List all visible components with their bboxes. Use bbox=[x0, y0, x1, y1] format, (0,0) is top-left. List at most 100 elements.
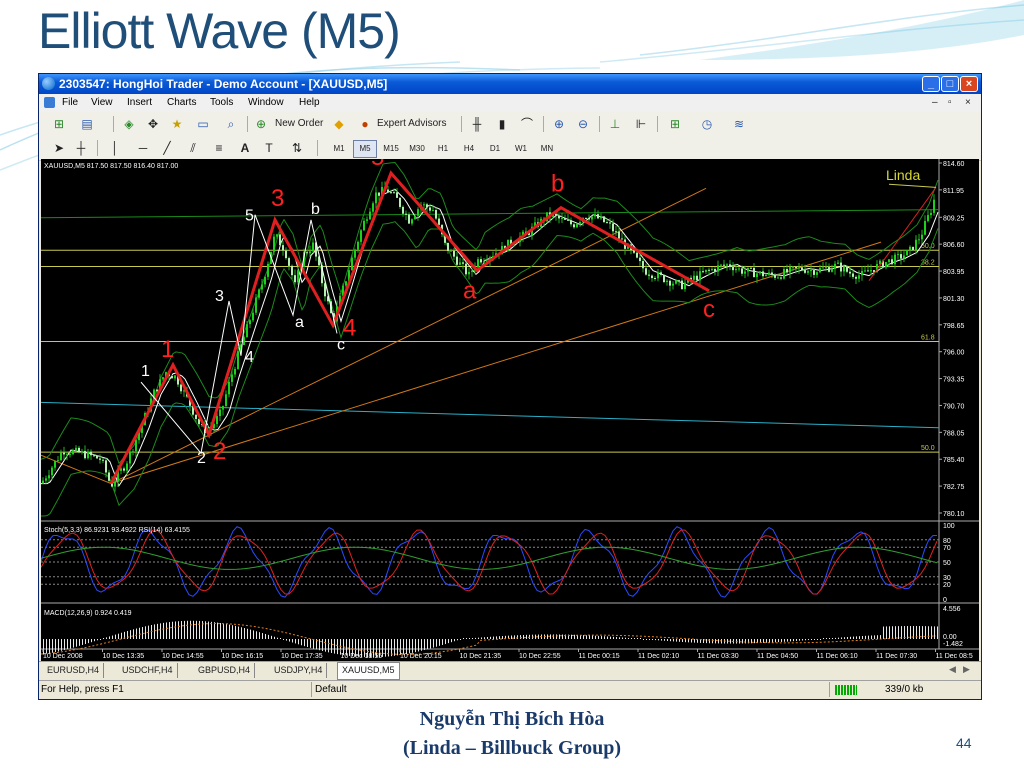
arrows-icon[interactable]: ⇅ bbox=[289, 140, 305, 156]
tab-eurusd-h4[interactable]: EURUSD,H4 bbox=[43, 663, 105, 678]
macd-bar bbox=[553, 634, 554, 639]
mdi-restore-button[interactable]: ▫ bbox=[948, 97, 952, 108]
new-order-button[interactable]: New Order bbox=[273, 116, 325, 132]
macd-bar bbox=[94, 639, 95, 642]
chart-area[interactable]: 50.038.261.850.012345abc12345abcLindaXAU… bbox=[41, 159, 979, 661]
macd-bar bbox=[442, 639, 443, 645]
market-watch-icon[interactable]: ◈ bbox=[121, 116, 137, 132]
candle-body bbox=[900, 254, 902, 259]
navigator-icon[interactable]: ★ bbox=[169, 116, 185, 132]
bar-chart-icon[interactable]: ╫ bbox=[469, 116, 485, 132]
candle-body bbox=[753, 267, 755, 278]
candle-body bbox=[696, 275, 698, 281]
tile-windows-icon[interactable]: ⊥ bbox=[607, 116, 623, 132]
auto-scroll-icon[interactable]: ⊩ bbox=[633, 116, 649, 132]
tab-gbpusd-h4[interactable]: GBPUSD,H4 bbox=[194, 663, 256, 678]
new-chart-icon[interactable]: ⊞ bbox=[51, 116, 67, 132]
line-chart-icon[interactable]: ⌒ bbox=[519, 116, 535, 132]
timeframe-m30[interactable]: M30 bbox=[405, 140, 429, 158]
close-button[interactable]: × bbox=[960, 76, 978, 92]
templates-icon[interactable]: ≋ bbox=[731, 116, 747, 132]
macd-bar bbox=[433, 639, 434, 648]
mdi-close-button[interactable]: × bbox=[965, 97, 971, 108]
tab-usdjpy-h4[interactable]: USDJPY,H4 bbox=[270, 663, 328, 678]
macd-bar bbox=[910, 626, 911, 639]
menu-charts[interactable]: Charts bbox=[167, 97, 196, 108]
candle-body bbox=[129, 451, 131, 464]
menu-window[interactable]: Window bbox=[248, 97, 284, 108]
candle-body bbox=[291, 265, 293, 276]
expert-advisors-icon[interactable]: ● bbox=[357, 116, 373, 132]
wave-label-red-5: 5 bbox=[371, 159, 384, 171]
maximize-button[interactable]: □ bbox=[941, 76, 959, 92]
expert-advisors-button[interactable]: Expert Advisors bbox=[375, 116, 448, 132]
strategy-tester-icon[interactable]: ⌕ bbox=[223, 116, 239, 132]
tab-scroll-right-icon[interactable]: ▶ bbox=[963, 664, 970, 675]
horizontal-line-icon[interactable]: ─ bbox=[135, 140, 151, 156]
candlestick-icon[interactable]: ▮ bbox=[494, 116, 510, 132]
candle-body bbox=[855, 276, 857, 279]
profiles-icon[interactable]: ▤ bbox=[79, 116, 95, 132]
macd-bar bbox=[709, 639, 710, 644]
zoom-out-icon[interactable]: ⊖ bbox=[575, 116, 591, 132]
menu-file[interactable]: File bbox=[62, 97, 78, 108]
macd-bar bbox=[460, 639, 461, 640]
timeframe-m15[interactable]: M15 bbox=[379, 140, 403, 158]
timeframe-mn[interactable]: MN bbox=[535, 140, 559, 158]
menu-tools[interactable]: Tools bbox=[210, 97, 233, 108]
text-label-icon[interactable]: T bbox=[261, 140, 277, 156]
menu-insert[interactable]: Insert bbox=[127, 97, 152, 108]
tab-scroll-left-icon[interactable]: ◀ bbox=[949, 664, 956, 675]
macd-bar bbox=[253, 630, 254, 639]
macd-bar bbox=[523, 634, 524, 639]
candle-body bbox=[57, 460, 59, 462]
macd-bar bbox=[706, 639, 707, 644]
wave-label-white-a: a bbox=[295, 314, 304, 331]
timeframe-d1[interactable]: D1 bbox=[483, 140, 507, 158]
timeframe-w1[interactable]: W1 bbox=[509, 140, 533, 158]
candle-body bbox=[801, 267, 803, 271]
candle-body bbox=[375, 192, 377, 204]
data-window-icon[interactable]: ✥ bbox=[145, 116, 161, 132]
cursor-icon[interactable]: ➤ bbox=[51, 140, 67, 156]
traffic-counter: 339/0 kb bbox=[885, 684, 924, 695]
macd-bar bbox=[658, 639, 659, 641]
menu-view[interactable]: View bbox=[91, 97, 113, 108]
metaeditor-icon[interactable]: ◆ bbox=[331, 116, 347, 132]
menu-help[interactable]: Help bbox=[299, 97, 320, 108]
window-titlebar[interactable]: 2303547: HongHoi Trader - Demo Account -… bbox=[39, 74, 981, 94]
new-order-icon[interactable]: ⊕ bbox=[253, 116, 269, 132]
indicators-icon[interactable]: ⊞ bbox=[667, 116, 683, 132]
timeframe-h1[interactable]: H1 bbox=[431, 140, 455, 158]
vertical-line-icon[interactable]: │ bbox=[107, 140, 123, 156]
zoom-in-icon[interactable]: ⊕ bbox=[551, 116, 567, 132]
channel-icon[interactable]: ⫽ bbox=[185, 140, 201, 156]
candle-body bbox=[825, 267, 827, 269]
macd-bar bbox=[67, 639, 68, 650]
timeframe-m5[interactable]: M5 bbox=[353, 140, 377, 158]
macd-bar bbox=[91, 639, 92, 643]
candle-body bbox=[804, 270, 806, 273]
macd-bar bbox=[559, 634, 560, 639]
macd-bar bbox=[46, 639, 47, 654]
timeframe-h4[interactable]: H4 bbox=[457, 140, 481, 158]
minimize-button[interactable]: _ bbox=[922, 76, 940, 92]
price-tick-label: 814.60 bbox=[943, 161, 965, 168]
macd-bar bbox=[160, 623, 161, 639]
candle-body bbox=[615, 231, 617, 233]
periods-icon[interactable]: ◷ bbox=[699, 116, 715, 132]
timeframe-m1[interactable]: M1 bbox=[327, 140, 351, 158]
price-tick-label: 806.60 bbox=[943, 242, 965, 249]
tab-xauusd-m5[interactable]: XAUUSD,M5 bbox=[337, 662, 400, 680]
mdi-minimize-button[interactable]: – bbox=[932, 97, 938, 108]
macd-bar bbox=[85, 639, 86, 645]
chart-doc-icon[interactable] bbox=[44, 97, 55, 108]
fibonacci-icon[interactable]: ≡ bbox=[211, 140, 227, 156]
terminal-icon[interactable]: ▭ bbox=[195, 116, 211, 132]
crosshair-icon[interactable]: ┼ bbox=[73, 140, 89, 156]
trendline-icon[interactable]: ╱ bbox=[159, 140, 175, 156]
tab-usdchf-h4[interactable]: USDCHF,H4 bbox=[118, 663, 178, 678]
text-tool-icon[interactable]: A bbox=[237, 140, 253, 156]
candle-body bbox=[909, 246, 911, 251]
candle-body bbox=[654, 278, 656, 280]
